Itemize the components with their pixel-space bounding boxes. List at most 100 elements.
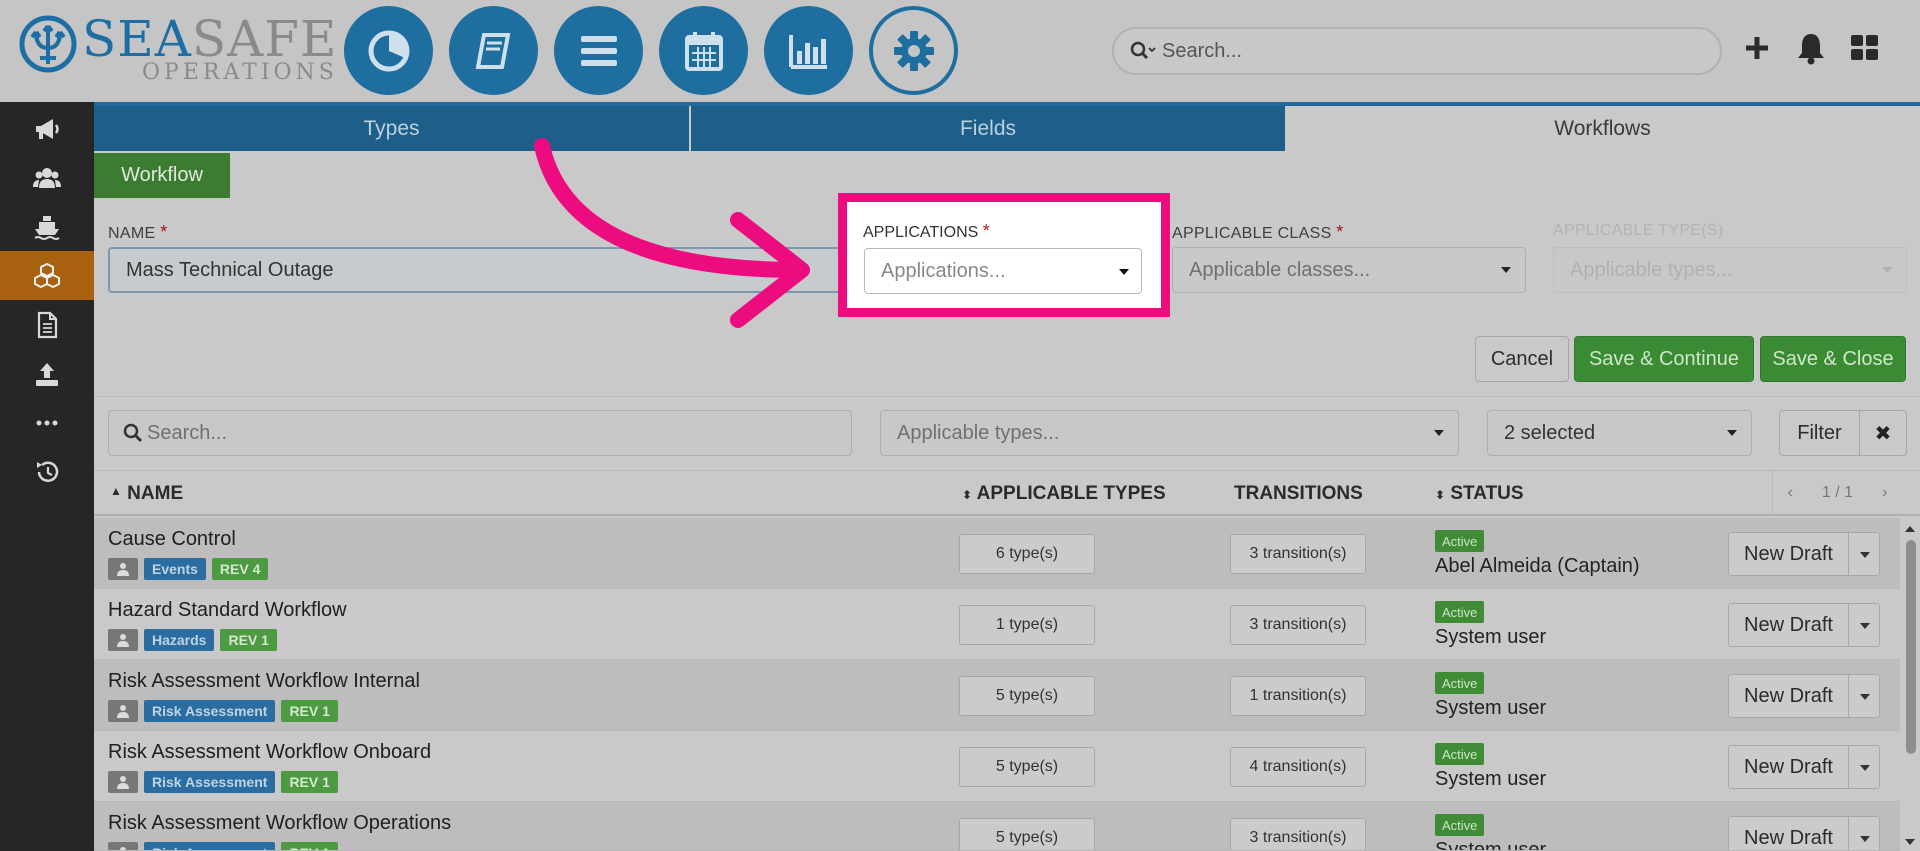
revision-badge: REV 1 xyxy=(281,700,338,722)
subtab-workflow[interactable]: Workflow xyxy=(94,153,230,198)
scroll-up-icon xyxy=(1905,526,1915,532)
new-draft-button[interactable]: New Draft xyxy=(1729,604,1849,646)
new-draft-button[interactable]: New Draft xyxy=(1729,746,1849,788)
row-badges: Events REV 4 xyxy=(108,558,269,580)
row-name[interactable]: Hazard Standard Workflow xyxy=(108,599,347,622)
cancel-button[interactable]: Cancel xyxy=(1475,336,1569,382)
applicable-class-select[interactable]: Applicable classes... xyxy=(1172,247,1526,293)
bell-icon xyxy=(1798,34,1824,65)
status-filter-select[interactable]: 2 selected xyxy=(1487,410,1752,456)
table-row[interactable]: Hazard Standard Workflow Hazards REV 1 1… xyxy=(94,589,1900,660)
transitions-count-button[interactable]: 4 transition(s) xyxy=(1230,747,1366,787)
nav-reports-button[interactable] xyxy=(764,6,853,95)
row-actions-dropdown[interactable] xyxy=(1849,604,1879,646)
table-row[interactable]: Cause Control Events REV 4 6 type(s) 3 t… xyxy=(94,518,1900,589)
types-count-button[interactable]: 5 type(s) xyxy=(959,676,1095,716)
sidebar-item-upload[interactable] xyxy=(0,349,94,398)
user-icon xyxy=(108,771,138,793)
chevron-down-icon xyxy=(1119,269,1129,275)
new-draft-button[interactable]: New Draft xyxy=(1729,675,1849,717)
sidebar-item-configuration[interactable] xyxy=(0,251,94,300)
save-close-button[interactable]: Save & Close xyxy=(1760,336,1906,382)
column-name[interactable]: ▲ NAME xyxy=(110,483,183,505)
column-applicable-types[interactable]: ⬍ APPLICABLE TYPES xyxy=(962,483,1166,505)
add-button[interactable] xyxy=(1739,30,1775,66)
nav-library-button[interactable] xyxy=(449,6,538,95)
status-badge: Active xyxy=(1435,743,1485,765)
table-row[interactable]: Risk Assessment Workflow Onboard Risk As… xyxy=(94,731,1900,802)
page-indicator: 1 / 1 xyxy=(1821,484,1854,501)
nav-dashboard-button[interactable] xyxy=(344,6,433,95)
row-name[interactable]: Cause Control xyxy=(108,528,236,551)
transitions-count-button[interactable]: 3 transition(s) xyxy=(1230,534,1366,574)
sidebar-item-vessels[interactable] xyxy=(0,202,94,251)
list-search-input[interactable]: Search... xyxy=(108,410,852,456)
row-badges: Hazards REV 1 xyxy=(108,629,277,651)
new-draft-button[interactable]: New Draft xyxy=(1729,533,1849,575)
status-badge: Active xyxy=(1435,672,1485,694)
row-actions-dropdown[interactable] xyxy=(1849,533,1879,575)
column-transitions: TRANSITIONS xyxy=(1234,483,1363,504)
new-draft-button-group: New Draft xyxy=(1728,745,1880,789)
tab-workflows[interactable]: Workflows xyxy=(1285,106,1920,151)
main-nav xyxy=(344,6,958,95)
save-continue-button[interactable]: Save & Continue xyxy=(1574,336,1754,382)
plus-icon xyxy=(1746,37,1768,59)
transitions-count-button[interactable]: 3 transition(s) xyxy=(1230,605,1366,645)
chevron-down-icon xyxy=(1434,430,1444,436)
table-row[interactable]: Risk Assessment Workflow Operations Risk… xyxy=(94,802,1900,851)
nav-list-button[interactable] xyxy=(554,6,643,95)
next-page-button[interactable]: › xyxy=(1882,484,1887,502)
prev-page-button[interactable]: ‹ xyxy=(1788,484,1793,502)
types-count-button[interactable]: 5 type(s) xyxy=(959,818,1095,850)
transitions-count-button[interactable]: 3 transition(s) xyxy=(1230,818,1366,850)
nav-calendar-button[interactable] xyxy=(659,6,748,95)
transitions-count-button[interactable]: 1 transition(s) xyxy=(1230,676,1366,716)
ship-icon xyxy=(34,215,60,240)
global-search-input[interactable]: Search... xyxy=(1112,27,1722,75)
sidebar-item-announcements[interactable] xyxy=(0,104,94,153)
top-header: SEASAFE OPERATIONS Search... xyxy=(0,0,1920,102)
table-row[interactable]: Risk Assessment Workflow Internal Risk A… xyxy=(94,660,1900,731)
applications-select[interactable]: Applications... xyxy=(864,248,1142,294)
new-draft-button-group: New Draft xyxy=(1728,816,1880,850)
column-status[interactable]: ⬍ STATUS xyxy=(1435,483,1524,505)
notifications-button[interactable] xyxy=(1793,30,1829,66)
sidebar-item-history[interactable] xyxy=(0,447,94,496)
pagination: ‹ 1 / 1 › xyxy=(1772,470,1902,516)
filter-button[interactable]: Filter xyxy=(1780,411,1860,455)
upload-icon xyxy=(36,362,58,386)
row-badges: Risk Assessment REV 1 xyxy=(108,842,338,850)
row-actions-dropdown[interactable] xyxy=(1849,746,1879,788)
row-name[interactable]: Risk Assessment Workflow Onboard xyxy=(108,741,431,764)
clear-filter-button[interactable]: ✖ xyxy=(1860,411,1906,455)
applicable-class-label: APPLICABLE CLASS * xyxy=(1172,222,1344,242)
status-user: System user xyxy=(1435,768,1547,790)
table-scrollbar[interactable] xyxy=(1900,520,1920,851)
row-name[interactable]: Risk Assessment Workflow Operations xyxy=(108,812,451,835)
status-badge: Active xyxy=(1435,601,1485,623)
row-actions-dropdown[interactable] xyxy=(1849,675,1879,717)
scrollbar-thumb[interactable] xyxy=(1906,540,1916,754)
sidebar-item-more[interactable] xyxy=(0,398,94,447)
types-count-button[interactable]: 5 type(s) xyxy=(959,747,1095,787)
status-user: System user xyxy=(1435,626,1547,648)
revision-badge: REV 1 xyxy=(220,629,277,651)
application-badge: Events xyxy=(144,558,206,580)
logo-wordmark: SEASAFE xyxy=(82,10,338,68)
row-name[interactable]: Risk Assessment Workflow Internal xyxy=(108,670,420,693)
row-actions-dropdown[interactable] xyxy=(1849,817,1879,850)
revision-badge: REV 1 xyxy=(281,771,338,793)
apps-grid-button[interactable] xyxy=(1847,30,1883,66)
chevron-down-icon xyxy=(1501,267,1511,273)
sidebar-item-documents[interactable] xyxy=(0,300,94,349)
applicable-types-select[interactable]: Applicable types... xyxy=(1553,247,1907,293)
nav-settings-button[interactable] xyxy=(869,6,958,95)
types-count-button[interactable]: 1 type(s) xyxy=(959,605,1095,645)
new-draft-button[interactable]: New Draft xyxy=(1729,817,1849,850)
seasafe-logo[interactable]: SEASAFE OPERATIONS xyxy=(18,12,336,85)
types-count-button[interactable]: 6 type(s) xyxy=(959,534,1095,574)
applicable-types-filter[interactable]: Applicable types... xyxy=(880,410,1459,456)
book-icon xyxy=(475,32,510,69)
sidebar-item-users[interactable] xyxy=(0,153,94,202)
